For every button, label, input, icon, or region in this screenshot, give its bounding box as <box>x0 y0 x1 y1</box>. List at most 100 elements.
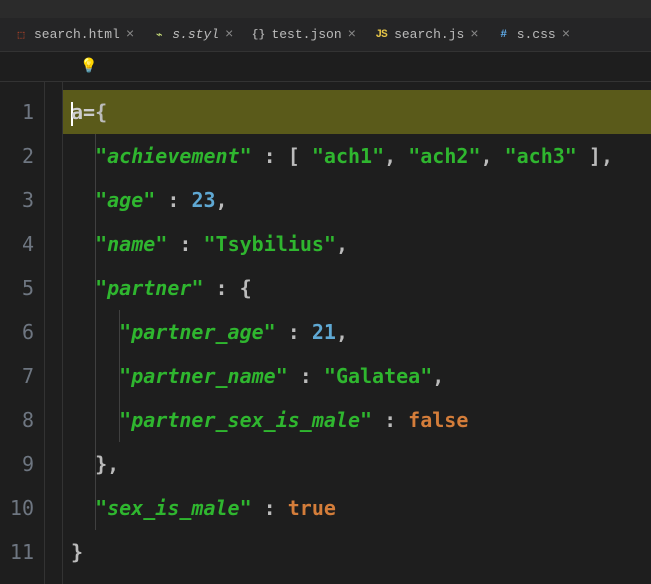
editor: 1 2 3 4 5 6 7 8 9 10 11 a={ "achievement… <box>0 82 651 584</box>
tab-bar: ⬚ search.html × ⌁ s.styl × {} test.json … <box>0 18 651 52</box>
code-token: ] <box>589 144 601 168</box>
line-number: 8 <box>0 398 44 442</box>
code-token: } <box>95 452 107 476</box>
tab-s-styl[interactable]: ⌁ s.styl × <box>144 21 241 49</box>
code-line[interactable]: "partner" : { <box>63 266 651 310</box>
css-icon: # <box>497 28 511 42</box>
close-icon[interactable]: × <box>225 27 233 43</box>
code-token: : <box>155 188 191 212</box>
code-string: Galatea <box>336 364 420 388</box>
code-token: } <box>71 540 83 564</box>
line-number: 7 <box>0 354 44 398</box>
code-token: , <box>107 452 119 476</box>
code-token: = <box>83 100 95 124</box>
code-key: partner_age <box>131 320 263 344</box>
tab-test-json[interactable]: {} test.json × <box>243 21 364 49</box>
indent-guide <box>95 134 96 178</box>
code-number: 21 <box>312 320 336 344</box>
code-token: : <box>167 232 203 256</box>
tab-label: test.json <box>271 27 341 42</box>
code-line[interactable]: a={ <box>63 90 651 134</box>
code-token: : <box>288 364 324 388</box>
code-token: : <box>372 408 408 432</box>
code-line[interactable]: "partner_age" : 21, <box>63 310 651 354</box>
line-number: 3 <box>0 178 44 222</box>
indent-guide <box>95 442 96 486</box>
code-key: partner_sex_is_male <box>131 408 360 432</box>
lightbulb-icon[interactable]: 💡 <box>80 58 97 75</box>
code-string: Tsybilius <box>216 232 324 256</box>
code-token: { <box>240 276 252 300</box>
code-key: partner <box>107 276 191 300</box>
code-token: , <box>384 144 396 168</box>
code-area[interactable]: a={ "achievement" : [ "ach1", "ach2", "a… <box>63 82 651 584</box>
line-number: 10 <box>0 486 44 530</box>
code-line[interactable]: "sex_is_male" : true <box>63 486 651 530</box>
breadcrumb-bar: 💡 <box>0 52 651 82</box>
code-token: { <box>95 100 107 124</box>
code-token: , <box>432 364 444 388</box>
code-token: , <box>336 232 348 256</box>
indent-guide <box>95 222 96 266</box>
code-string: ach3 <box>517 144 565 168</box>
code-key: partner_name <box>131 364 276 388</box>
json-icon: {} <box>251 28 265 42</box>
code-token: , <box>601 144 613 168</box>
indent-guide <box>119 310 120 354</box>
code-number: 23 <box>191 188 215 212</box>
code-line[interactable]: "achievement" : [ "ach1", "ach2", "ach3"… <box>63 134 651 178</box>
tab-search-html[interactable]: ⬚ search.html × <box>6 21 142 49</box>
code-token: , <box>480 144 492 168</box>
code-token: , <box>336 320 348 344</box>
tab-label: s.css <box>517 27 556 42</box>
tab-label: s.styl <box>172 27 219 42</box>
code-line[interactable]: "partner_name" : "Galatea", <box>63 354 651 398</box>
styl-icon: ⌁ <box>152 28 166 42</box>
code-key: age <box>107 188 143 212</box>
code-line[interactable]: } <box>63 530 651 574</box>
indent-guide <box>95 266 96 310</box>
code-key: sex_is_male <box>107 496 239 520</box>
indent-guide <box>95 354 96 398</box>
tab-label: search.js <box>394 27 464 42</box>
indent-guide <box>119 354 120 398</box>
code-token: [ <box>288 144 300 168</box>
code-line[interactable]: "partner_sex_is_male" : false <box>63 398 651 442</box>
close-icon[interactable]: × <box>126 27 134 43</box>
code-line[interactable]: "age" : 23, <box>63 178 651 222</box>
close-icon[interactable]: × <box>562 27 570 43</box>
code-token: a <box>71 100 83 124</box>
line-number: 5 <box>0 266 44 310</box>
line-number: 1 <box>0 90 44 134</box>
indent-guide <box>95 310 96 354</box>
code-token: : <box>276 320 312 344</box>
tab-label: search.html <box>34 27 120 42</box>
code-string: ach2 <box>420 144 468 168</box>
fold-column <box>45 82 63 584</box>
html-icon: ⬚ <box>14 28 28 42</box>
code-token: : <box>252 496 288 520</box>
code-token: : <box>203 276 239 300</box>
indent-guide <box>95 486 96 530</box>
tab-search-js[interactable]: JS search.js × <box>366 21 487 49</box>
code-boolean: true <box>288 496 336 520</box>
code-string: ach1 <box>324 144 372 168</box>
line-number: 6 <box>0 310 44 354</box>
close-icon[interactable]: × <box>348 27 356 43</box>
line-number: 9 <box>0 442 44 486</box>
code-key: achievement <box>107 144 239 168</box>
indent-guide <box>119 398 120 442</box>
code-token: , <box>216 188 228 212</box>
code-line[interactable]: "name" : "Tsybilius", <box>63 222 651 266</box>
line-number: 4 <box>0 222 44 266</box>
line-number-gutter: 1 2 3 4 5 6 7 8 9 10 11 <box>0 82 45 584</box>
code-line[interactable]: }, <box>63 442 651 486</box>
tab-s-css[interactable]: # s.css × <box>489 21 578 49</box>
indent-guide <box>95 178 96 222</box>
close-icon[interactable]: × <box>470 27 478 43</box>
code-boolean: false <box>408 408 468 432</box>
js-icon: JS <box>374 28 388 42</box>
line-number: 11 <box>0 530 44 574</box>
code-token: : <box>252 144 288 168</box>
line-number: 2 <box>0 134 44 178</box>
